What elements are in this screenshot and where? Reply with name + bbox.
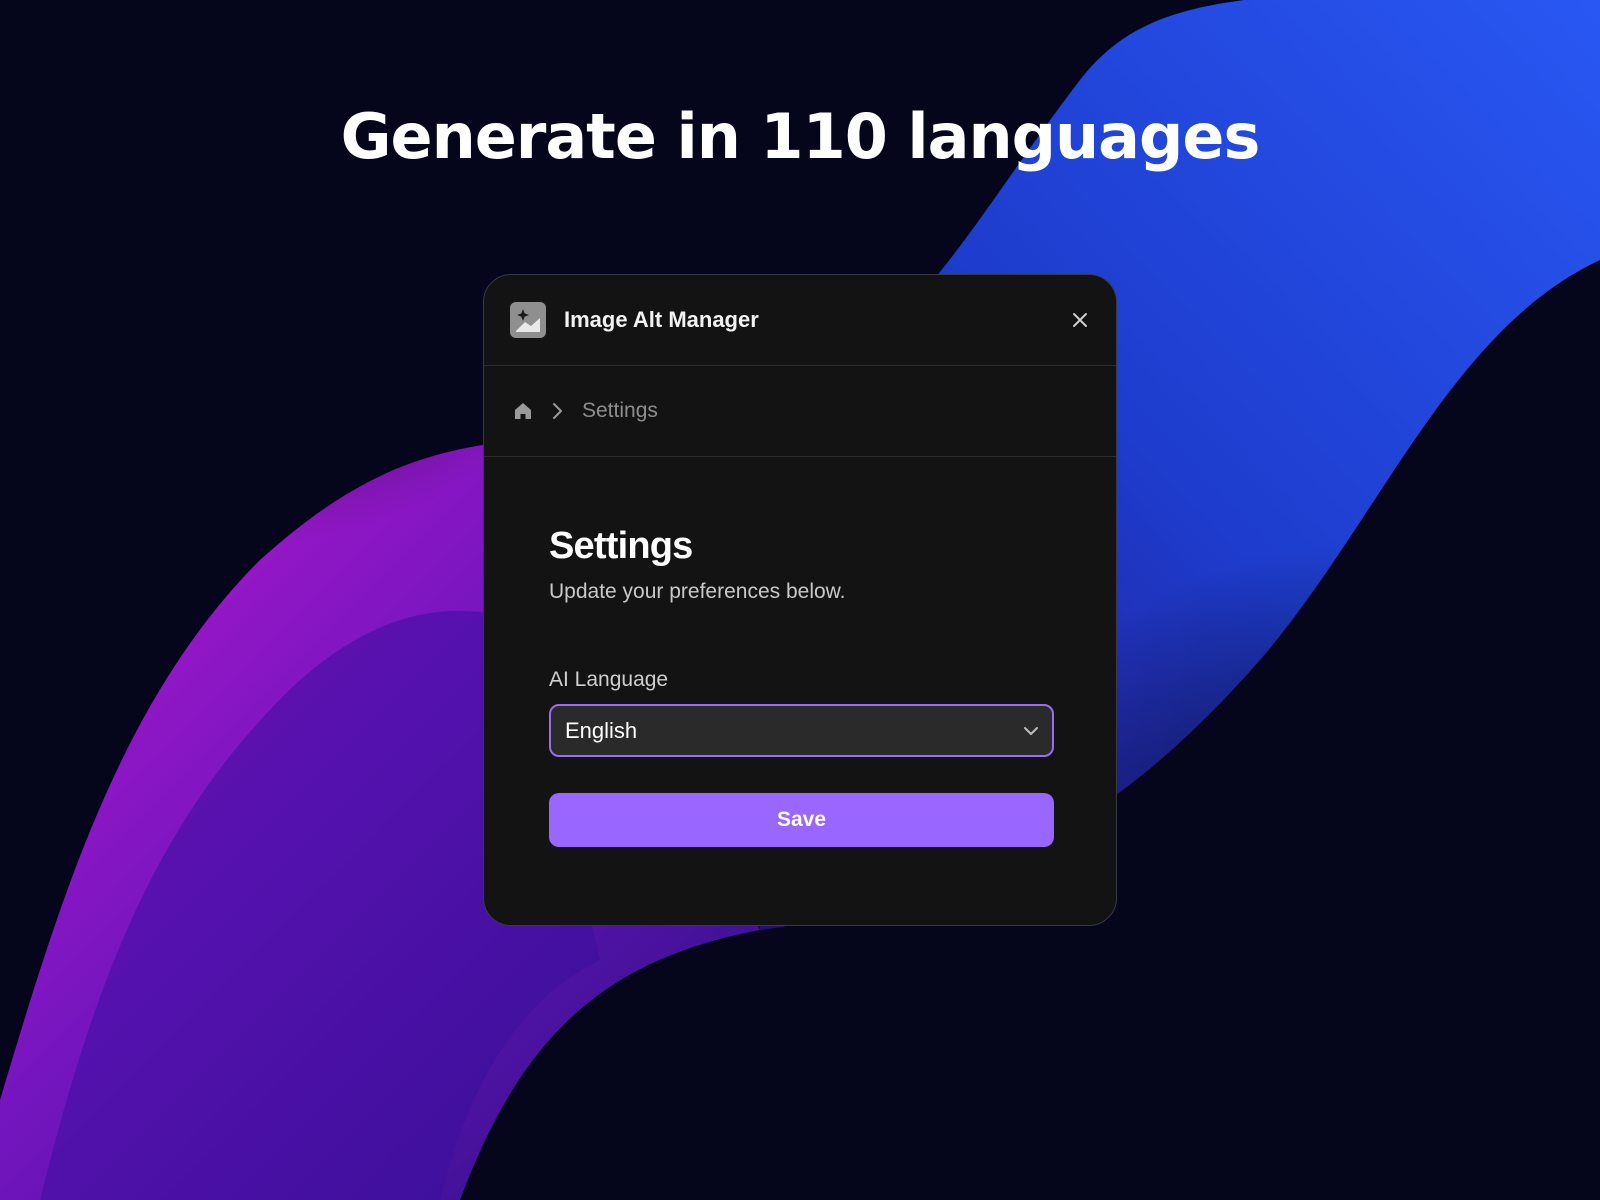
chevron-right-icon (550, 401, 570, 421)
page-title: Settings (549, 525, 693, 567)
image-sparkle-icon (510, 302, 546, 338)
app-title: Image Alt Manager (564, 307, 759, 332)
settings-panel: Image Alt Manager Settings Settings Upda… (483, 274, 1117, 926)
language-select[interactable]: English (549, 704, 1054, 757)
chevron-down-icon (1022, 722, 1040, 740)
save-button[interactable]: Save (549, 793, 1054, 847)
close-icon[interactable] (1068, 308, 1092, 332)
hero-headline: Generate in 110 languages (340, 100, 1261, 173)
breadcrumb-current: Settings (582, 399, 658, 422)
panel-header: Image Alt Manager (484, 275, 1116, 366)
breadcrumb: Settings (484, 366, 1116, 457)
language-label: AI Language (549, 668, 669, 691)
language-select-value: English (565, 717, 638, 743)
page-subtitle: Update your preferences below. (549, 580, 846, 603)
home-icon[interactable] (512, 400, 534, 422)
settings-content: Settings Update your preferences below. … (484, 457, 1116, 847)
